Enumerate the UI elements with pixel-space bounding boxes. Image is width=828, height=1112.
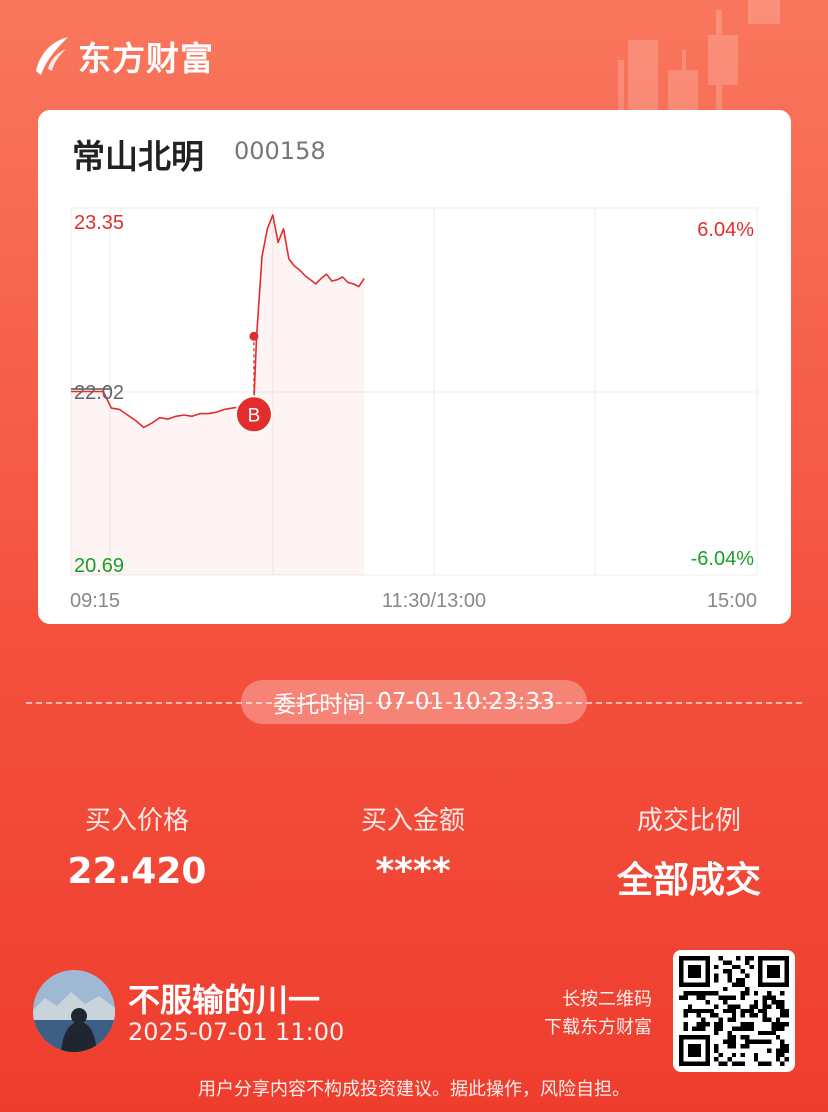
stock-chart-card[interactable]: 常山北明 000158 23.35 22.02 20.69 6.04% -6.0… (38, 110, 791, 624)
brand-header: 东方财富 (32, 32, 214, 80)
order-time-label: 委托时间 (273, 692, 366, 718)
order-time-value: 07-01 10:23:33 (377, 689, 555, 715)
intraday-chart: 23.35 22.02 20.69 6.04% -6.04% 09:15 11:… (70, 207, 758, 612)
stat-label: 买入金额 (360, 806, 465, 836)
disclaimer: 用户分享内容不构成投资建议。据此操作，风险自担。 (198, 1079, 630, 1100)
stat-buy-price: 买入价格 22.420 (7, 800, 267, 892)
stat-label: 买入价格 (84, 806, 189, 836)
feather-logo-icon (36, 37, 68, 75)
qr-hint-line2: 下载东方财富 (544, 1017, 652, 1038)
y-tick-pct-low: -6.04% (691, 548, 755, 570)
qr-hint-line1: 长按二维码 (562, 989, 652, 1010)
avatar[interactable] (33, 970, 115, 1052)
x-tick-midday: 11:30/13:00 (382, 590, 486, 612)
x-tick-close: 15:00 (707, 590, 757, 612)
y-tick-mid: 22.02 (74, 382, 124, 404)
stat-buy-amount: 买入金额 **** (283, 800, 543, 892)
qr-hint: 长按二维码 下载东方财富 (544, 986, 652, 1042)
y-tick-low: 20.69 (74, 555, 124, 577)
y-tick-high: 23.35 (74, 212, 124, 234)
brand-name: 东方财富 (78, 39, 214, 78)
buy-price-dot (249, 331, 259, 341)
buy-badge-label: B (248, 405, 261, 426)
stat-value: **** (375, 851, 451, 892)
stat-fill-ratio: 成交比例 全部成交 (559, 800, 819, 903)
y-tick-pct-high: 6.04% (697, 219, 754, 241)
stat-value: 全部成交 (616, 860, 761, 901)
stat-value: 22.420 (67, 851, 207, 892)
order-time-pill: 委托时间 07-01 10:23:33 (241, 680, 587, 724)
share-time: 2025-07-01 11:00 (128, 1018, 345, 1046)
user-name: 不服输的川一 (128, 981, 321, 1019)
x-tick-open: 09:15 (70, 590, 120, 612)
qr-code-icon[interactable] (673, 950, 795, 1072)
stat-label: 成交比例 (636, 806, 741, 836)
